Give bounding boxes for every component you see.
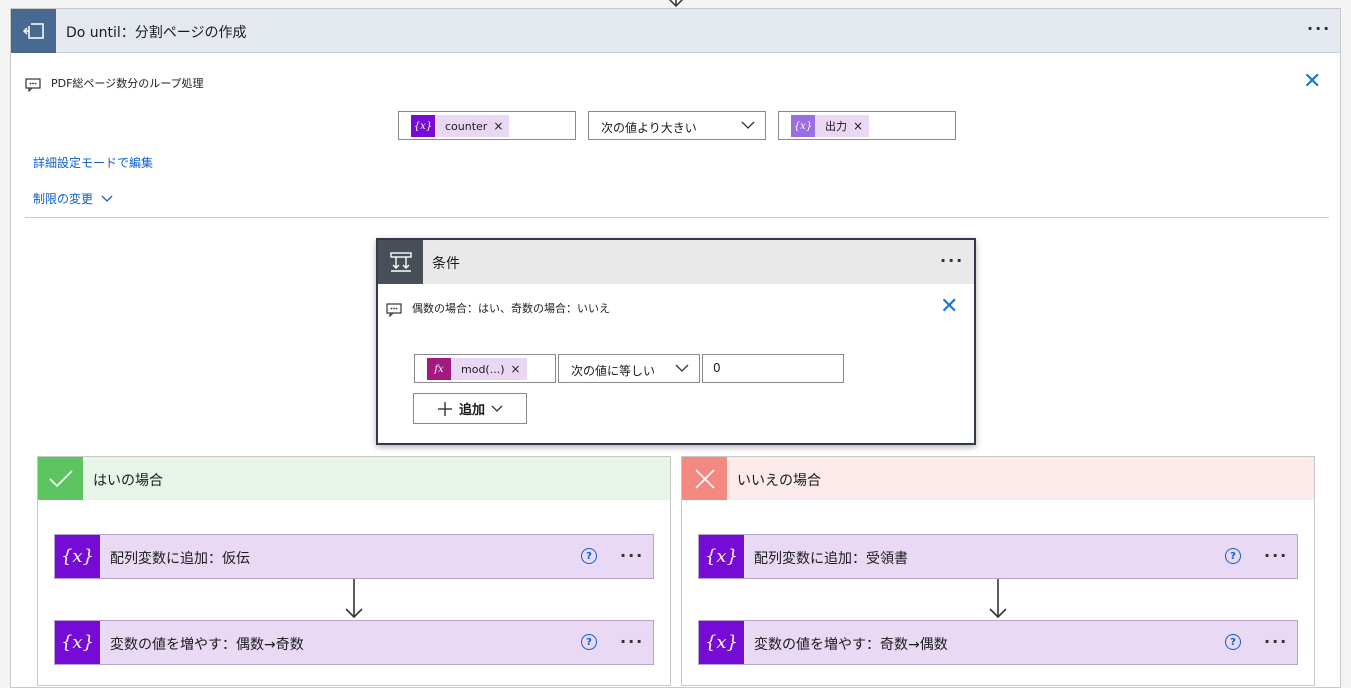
condition-left-field[interactable]: fx mod(...) × [414, 354, 556, 383]
output-token[interactable]: {x} 出力 × [791, 115, 870, 137]
more-options-icon[interactable]: ··· [620, 548, 644, 564]
checkmark-icon [38, 457, 83, 500]
condition-value-field[interactable]: 0 [702, 354, 844, 383]
yes-branch-header[interactable]: はいの場合 [38, 457, 670, 500]
arrow-down-icon [668, 0, 684, 8]
divider [25, 217, 1329, 218]
variable-icon: {x} [55, 535, 100, 578]
action-title: 配列変数に追加：受領書 [754, 551, 908, 567]
condition-icon [378, 240, 423, 284]
counter-token[interactable]: {x} counter × [411, 115, 510, 137]
action-card[interactable]: {x} 配列変数に追加：受領書 ? ··· [698, 534, 1298, 579]
yes-branch: はいの場合 {x} 配列変数に追加：仮伝 ? ··· {x} 変数の値を増やす：… [37, 456, 671, 686]
action-title: 配列変数に追加：仮伝 [110, 551, 250, 567]
close-comment-icon[interactable]: ✕ [1303, 71, 1321, 93]
do-until-header[interactable]: Do until：分割ページの作成 ··· [11, 9, 1340, 53]
action-card[interactable]: {x} 配列変数に追加：仮伝 ? ··· [54, 534, 654, 579]
variable-icon: {x} [699, 621, 744, 664]
comment-icon [386, 303, 402, 317]
help-icon[interactable]: ? [1225, 634, 1241, 650]
variable-icon: {x} [699, 535, 744, 578]
help-icon[interactable]: ? [581, 634, 597, 650]
no-branch: いいえの場合 {x} 配列変数に追加：受領書 ? ··· {x} 変数の値を増や… [681, 456, 1315, 686]
more-options-icon[interactable]: ··· [1307, 21, 1331, 37]
variable-icon: {x} [55, 621, 100, 664]
more-options-icon[interactable]: ··· [1264, 548, 1288, 564]
arrow-down-icon [989, 579, 1007, 619]
do-until-comment[interactable]: PDF総ページ数分のループ処理 [51, 75, 204, 91]
advanced-mode-link[interactable]: 詳細設定モードで編集 [33, 154, 153, 171]
expression-icon: fx [427, 358, 451, 380]
no-branch-header[interactable]: いいえの場合 [682, 457, 1314, 500]
yes-branch-title: はいの場合 [93, 473, 163, 489]
token-label: mod(...) [461, 362, 505, 376]
no-branch-title: いいえの場合 [737, 473, 821, 489]
condition-card: 条件 ··· 偶数の場合：はい、奇数の場合：いいえ ✕ fx mod(...) … [376, 238, 976, 445]
operator-label: 次の値に等しい [571, 364, 656, 378]
variable-icon: {x} [411, 115, 435, 137]
condition-header[interactable]: 条件 ··· [378, 240, 974, 284]
chevron-down-icon [491, 405, 503, 412]
help-icon[interactable]: ? [1225, 548, 1241, 564]
condition-value: 0 [713, 361, 721, 375]
comment-icon [25, 78, 41, 92]
x-icon [682, 457, 727, 500]
change-limits-link[interactable]: 制限の変更 [33, 190, 113, 207]
remove-token-icon[interactable]: × [853, 119, 869, 133]
left-operand-field[interactable]: {x} counter × [398, 111, 576, 140]
action-card[interactable]: {x} 変数の値を増やす：奇数→偶数 ? ··· [698, 620, 1298, 665]
do-until-title: Do until：分割ページの作成 [66, 25, 247, 41]
chevron-down-icon [101, 195, 113, 202]
more-options-icon[interactable]: ··· [940, 253, 964, 269]
loop-icon [11, 9, 56, 53]
plus-icon [437, 401, 452, 416]
change-limits-label: 制限の変更 [33, 192, 94, 206]
mod-expression-token[interactable]: fx mod(...) × [427, 358, 527, 380]
add-button-label: 追加 [458, 403, 485, 418]
more-options-icon[interactable]: ··· [1264, 634, 1288, 650]
remove-token-icon[interactable]: × [493, 119, 509, 133]
condition-operator-select[interactable]: 次の値に等しい [558, 354, 700, 383]
action-title: 変数の値を増やす：奇数→偶数 [754, 637, 948, 653]
output-icon: {x} [791, 115, 815, 137]
more-options-icon[interactable]: ··· [620, 634, 644, 650]
arrow-down-icon [345, 579, 363, 619]
condition-comment[interactable]: 偶数の場合：はい、奇数の場合：いいえ [412, 300, 610, 316]
operator-select[interactable]: 次の値より大きい [588, 111, 766, 140]
token-label: 出力 [825, 120, 847, 133]
token-label: counter [445, 119, 488, 133]
chevron-down-icon [741, 121, 755, 129]
close-comment-icon[interactable]: ✕ [940, 296, 958, 318]
remove-token-icon[interactable]: × [511, 362, 527, 376]
action-title: 変数の値を増やす：偶数→奇数 [110, 637, 304, 653]
action-card[interactable]: {x} 変数の値を増やす：偶数→奇数 ? ··· [54, 620, 654, 665]
chevron-down-icon [675, 364, 689, 372]
help-icon[interactable]: ? [581, 548, 597, 564]
condition-title: 条件 [432, 256, 460, 272]
right-operand-field[interactable]: {x} 出力 × [778, 111, 956, 140]
add-button[interactable]: 追加 [413, 393, 527, 424]
operator-label: 次の値より大きい [601, 121, 697, 135]
